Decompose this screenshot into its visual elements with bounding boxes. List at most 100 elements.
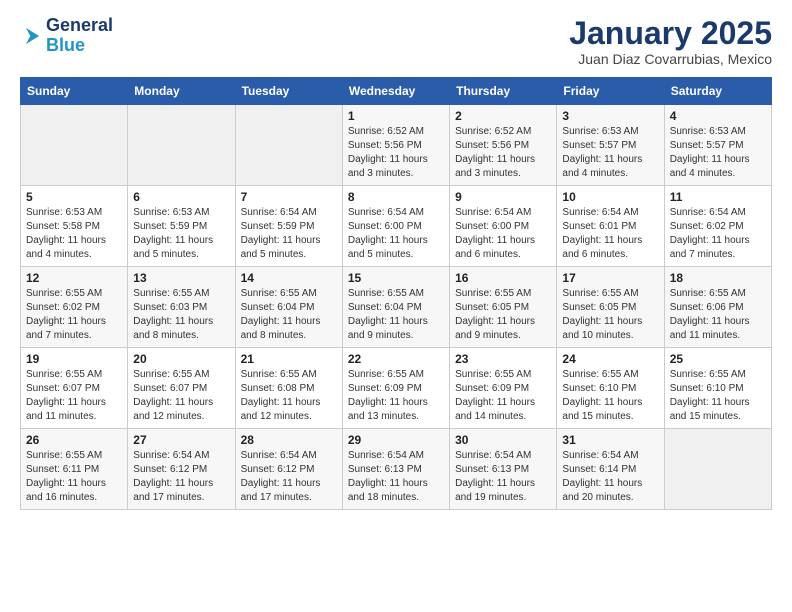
day-number: 14 [241, 271, 337, 285]
day-number: 1 [348, 109, 444, 123]
calendar-cell: 17 Sunrise: 6:55 AM Sunset: 6:05 PM Dayli… [557, 267, 664, 348]
cell-info: Sunrise: 6:55 AM Sunset: 6:09 PM Dayligh… [455, 368, 551, 424]
calendar-cell: 4 Sunrise: 6:53 AM Sunset: 5:57 PM Daylig… [664, 105, 771, 186]
calendar-week-row: 26 Sunrise: 6:55 AM Sunset: 6:11 PM Dayli… [21, 429, 772, 510]
calendar-week-row: 5 Sunrise: 6:53 AM Sunset: 5:58 PM Daylig… [21, 186, 772, 267]
calendar-cell: 28Sunrise: 6:54 AM Sunset: 6:12 PM Dayli… [235, 429, 342, 510]
day-number: 12 [26, 271, 122, 285]
calendar-cell: 19Sunrise: 6:55 AM Sunset: 6:07 PM Dayli… [21, 348, 128, 429]
calendar-cell: 31 Sunrise: 6:54 AM Sunset: 6:14 PM Dayli… [557, 429, 664, 510]
day-number: 17 [562, 271, 658, 285]
location-text: Juan Diaz Covarrubias, Mexico [569, 51, 772, 67]
calendar-cell: 16 Sunrise: 6:55 AM Sunset: 6:05 PM Dayli… [450, 267, 557, 348]
calendar-cell [128, 105, 235, 186]
calendar-cell [21, 105, 128, 186]
calendar-cell [235, 105, 342, 186]
day-number: 30 [455, 433, 551, 447]
day-number: 19 [26, 352, 122, 366]
calendar-cell: 14Sunrise: 6:55 AM Sunset: 6:04 PM Dayli… [235, 267, 342, 348]
cell-info: Sunrise: 6:55 AM Sunset: 6:02 PM Dayligh… [26, 287, 122, 343]
calendar-cell: 21Sunrise: 6:55 AM Sunset: 6:08 PM Dayli… [235, 348, 342, 429]
day-number: 8 [348, 190, 444, 204]
calendar-week-row: 1 Sunrise: 6:52 AM Sunset: 5:56 PM Daylig… [21, 105, 772, 186]
calendar-cell: 6Sunrise: 6:53 AM Sunset: 5:59 PM Daylig… [128, 186, 235, 267]
day-number: 23 [455, 352, 551, 366]
cell-info: Sunrise: 6:55 AM Sunset: 6:11 PM Dayligh… [26, 449, 122, 505]
calendar-cell: 2 Sunrise: 6:52 AM Sunset: 5:56 PM Daylig… [450, 105, 557, 186]
page-header: General Blue January 2025 Juan Diaz Cova… [20, 16, 772, 67]
weekday-header: Saturday [664, 78, 771, 105]
cell-info: Sunrise: 6:55 AM Sunset: 6:10 PM Dayligh… [562, 368, 658, 424]
calendar-cell: 1 Sunrise: 6:52 AM Sunset: 5:56 PM Daylig… [342, 105, 449, 186]
day-number: 4 [670, 109, 766, 123]
day-number: 31 [562, 433, 658, 447]
day-number: 28 [241, 433, 337, 447]
cell-info: Sunrise: 6:55 AM Sunset: 6:08 PM Dayligh… [241, 368, 337, 424]
cell-info: Sunrise: 6:55 AM Sunset: 6:07 PM Dayligh… [133, 368, 229, 424]
calendar-cell: 24 Sunrise: 6:55 AM Sunset: 6:10 PM Dayli… [557, 348, 664, 429]
calendar-cell: 18 Sunrise: 6:55 AM Sunset: 6:06 PM Dayli… [664, 267, 771, 348]
calendar-table: SundayMondayTuesdayWednesdayThursdayFrid… [20, 77, 772, 510]
calendar-cell: 27Sunrise: 6:54 AM Sunset: 6:12 PM Dayli… [128, 429, 235, 510]
cell-info: Sunrise: 6:55 AM Sunset: 6:04 PM Dayligh… [348, 287, 444, 343]
calendar-cell: 15 Sunrise: 6:55 AM Sunset: 6:04 PM Dayli… [342, 267, 449, 348]
weekday-header: Thursday [450, 78, 557, 105]
day-number: 25 [670, 352, 766, 366]
cell-info: Sunrise: 6:54 AM Sunset: 6:13 PM Dayligh… [348, 449, 444, 505]
day-number: 2 [455, 109, 551, 123]
calendar-body: 1 Sunrise: 6:52 AM Sunset: 5:56 PM Daylig… [21, 105, 772, 510]
day-number: 15 [348, 271, 444, 285]
cell-info: Sunrise: 6:53 AM Sunset: 5:59 PM Dayligh… [133, 206, 229, 262]
day-number: 9 [455, 190, 551, 204]
day-number: 29 [348, 433, 444, 447]
cell-info: Sunrise: 6:54 AM Sunset: 6:02 PM Dayligh… [670, 206, 766, 262]
calendar-cell: 3Sunrise: 6:53 AM Sunset: 5:57 PM Daylig… [557, 105, 664, 186]
day-number: 27 [133, 433, 229, 447]
calendar-cell: 20 Sunrise: 6:55 AM Sunset: 6:07 PM Dayli… [128, 348, 235, 429]
month-title: January 2025 [569, 16, 772, 51]
day-number: 26 [26, 433, 122, 447]
cell-info: Sunrise: 6:55 AM Sunset: 6:10 PM Dayligh… [670, 368, 766, 424]
calendar-cell: 8 Sunrise: 6:54 AM Sunset: 6:00 PM Daylig… [342, 186, 449, 267]
weekday-header: Friday [557, 78, 664, 105]
calendar-week-row: 12 Sunrise: 6:55 AM Sunset: 6:02 PM Dayli… [21, 267, 772, 348]
cell-info: Sunrise: 6:53 AM Sunset: 5:58 PM Dayligh… [26, 206, 122, 262]
weekday-row: SundayMondayTuesdayWednesdayThursdayFrid… [21, 78, 772, 105]
calendar-cell: 11 Sunrise: 6:54 AM Sunset: 6:02 PM Dayli… [664, 186, 771, 267]
day-number: 16 [455, 271, 551, 285]
weekday-header: Tuesday [235, 78, 342, 105]
calendar-header: SundayMondayTuesdayWednesdayThursdayFrid… [21, 78, 772, 105]
day-number: 11 [670, 190, 766, 204]
cell-info: Sunrise: 6:55 AM Sunset: 6:05 PM Dayligh… [455, 287, 551, 343]
calendar-cell: 22Sunrise: 6:55 AM Sunset: 6:09 PM Dayli… [342, 348, 449, 429]
cell-info: Sunrise: 6:54 AM Sunset: 6:14 PM Dayligh… [562, 449, 658, 505]
calendar-cell: 29 Sunrise: 6:54 AM Sunset: 6:13 PM Dayli… [342, 429, 449, 510]
day-number: 24 [562, 352, 658, 366]
calendar-cell: 7Sunrise: 6:54 AM Sunset: 5:59 PM Daylig… [235, 186, 342, 267]
day-number: 5 [26, 190, 122, 204]
cell-info: Sunrise: 6:54 AM Sunset: 6:00 PM Dayligh… [348, 206, 444, 262]
cell-info: Sunrise: 6:55 AM Sunset: 6:06 PM Dayligh… [670, 287, 766, 343]
cell-info: Sunrise: 6:55 AM Sunset: 6:05 PM Dayligh… [562, 287, 658, 343]
calendar-cell: 5 Sunrise: 6:53 AM Sunset: 5:58 PM Daylig… [21, 186, 128, 267]
day-number: 22 [348, 352, 444, 366]
weekday-header: Wednesday [342, 78, 449, 105]
weekday-header: Sunday [21, 78, 128, 105]
day-number: 18 [670, 271, 766, 285]
cell-info: Sunrise: 6:52 AM Sunset: 5:56 PM Dayligh… [348, 125, 444, 181]
logo: General Blue [20, 16, 113, 56]
calendar-cell: 9Sunrise: 6:54 AM Sunset: 6:00 PM Daylig… [450, 186, 557, 267]
calendar-cell: 10 Sunrise: 6:54 AM Sunset: 6:01 PM Dayli… [557, 186, 664, 267]
cell-info: Sunrise: 6:54 AM Sunset: 6:01 PM Dayligh… [562, 206, 658, 262]
day-number: 20 [133, 352, 229, 366]
calendar-week-row: 19 Sunrise: 6:55 AM Sunset: 6:07 PM Dayli… [21, 348, 772, 429]
logo-icon [20, 25, 42, 47]
cell-info: Sunrise: 6:52 AM Sunset: 5:56 PM Dayligh… [455, 125, 551, 181]
calendar-cell: 13Sunrise: 6:55 AM Sunset: 6:03 PM Dayli… [128, 267, 235, 348]
cell-info: Sunrise: 6:53 AM Sunset: 5:57 PM Dayligh… [670, 125, 766, 181]
cell-info: Sunrise: 6:54 AM Sunset: 6:13 PM Dayligh… [455, 449, 551, 505]
cell-info: Sunrise: 6:53 AM Sunset: 5:57 PM Dayligh… [562, 125, 658, 181]
logo-text: General Blue [46, 16, 113, 56]
day-number: 10 [562, 190, 658, 204]
title-block: January 2025 Juan Diaz Covarrubias, Mexi… [569, 16, 772, 67]
